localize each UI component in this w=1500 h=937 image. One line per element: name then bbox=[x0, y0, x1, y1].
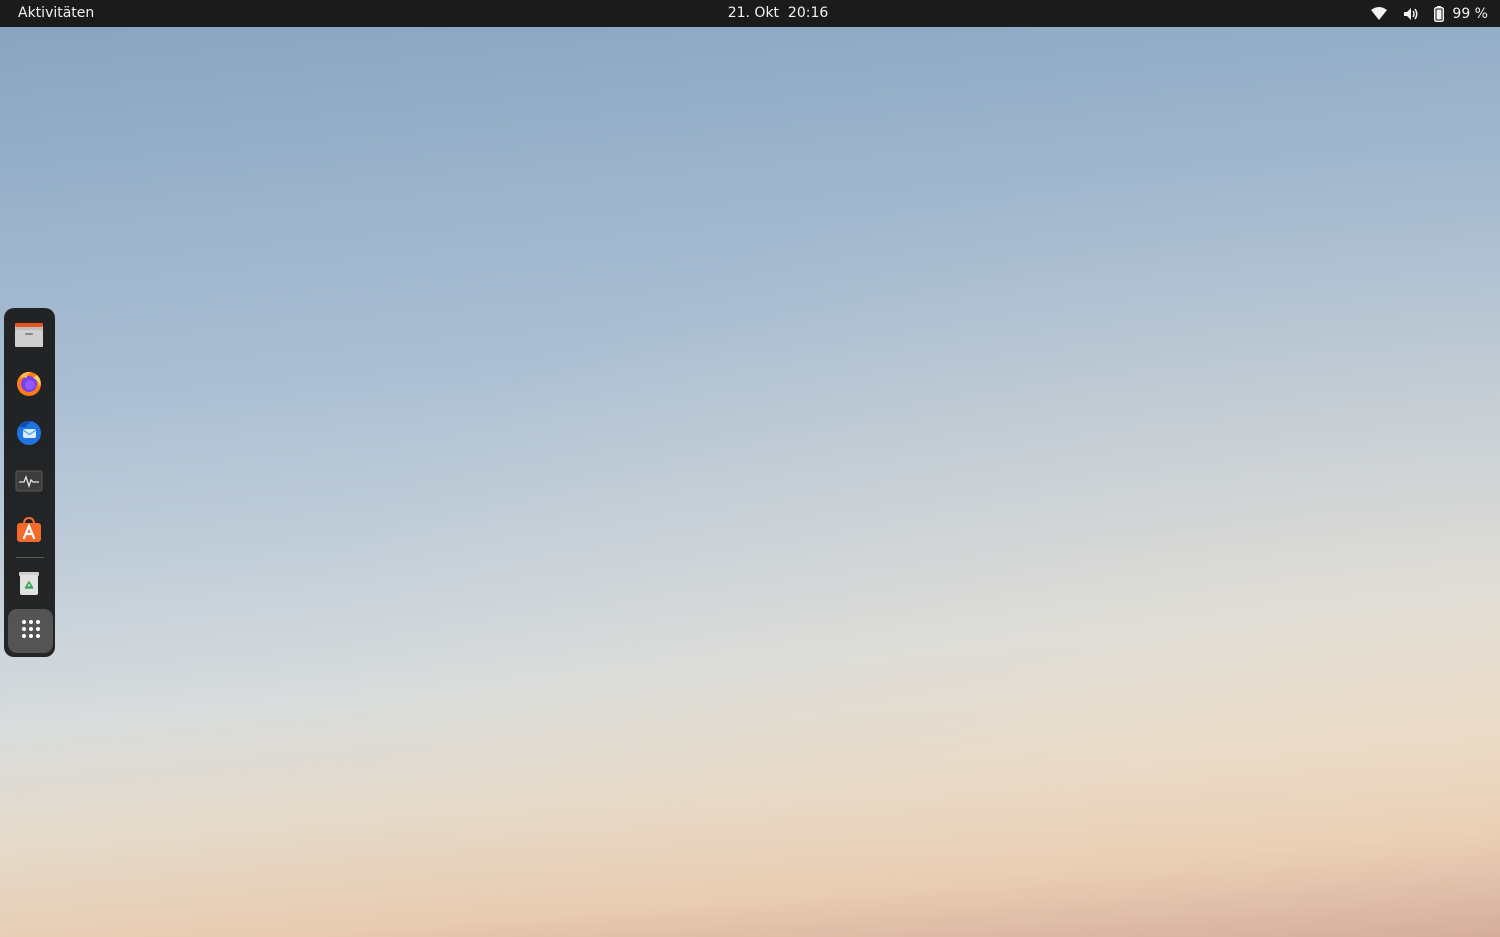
dock-item-firefox[interactable] bbox=[9, 363, 49, 403]
dock-item-ubuntu-software[interactable] bbox=[9, 510, 49, 550]
clock-area: 21. Okt 20:16 bbox=[0, 5, 1500, 21]
dock-item-system-monitor[interactable] bbox=[9, 461, 49, 501]
software-store-icon bbox=[15, 516, 43, 544]
dock bbox=[4, 308, 55, 657]
desktop: Aktivitäten 21. Okt 20:16 99 % bbox=[0, 0, 1500, 937]
files-icon bbox=[14, 321, 44, 349]
dock-item-trash[interactable] bbox=[9, 563, 49, 603]
dock-item-files[interactable] bbox=[9, 315, 49, 355]
volume-icon bbox=[1402, 6, 1420, 22]
dock-item-thunderbird[interactable] bbox=[9, 412, 49, 452]
dock-separator bbox=[16, 557, 44, 558]
top-bar: Aktivitäten 21. Okt 20:16 99 % bbox=[0, 0, 1500, 27]
system-status-menu[interactable]: 99 % bbox=[1370, 4, 1488, 24]
date-time-button[interactable]: 21. Okt 20:16 bbox=[722, 5, 835, 21]
system-monitor-icon bbox=[15, 469, 43, 493]
battery-percentage: 99 % bbox=[1452, 6, 1488, 22]
wifi-icon bbox=[1370, 6, 1388, 22]
trash-icon bbox=[17, 569, 41, 597]
show-applications-button[interactable] bbox=[8, 609, 53, 653]
battery-icon bbox=[1434, 6, 1445, 22]
app-grid-icon bbox=[21, 619, 41, 643]
firefox-icon bbox=[15, 369, 43, 397]
thunderbird-icon bbox=[15, 418, 43, 446]
